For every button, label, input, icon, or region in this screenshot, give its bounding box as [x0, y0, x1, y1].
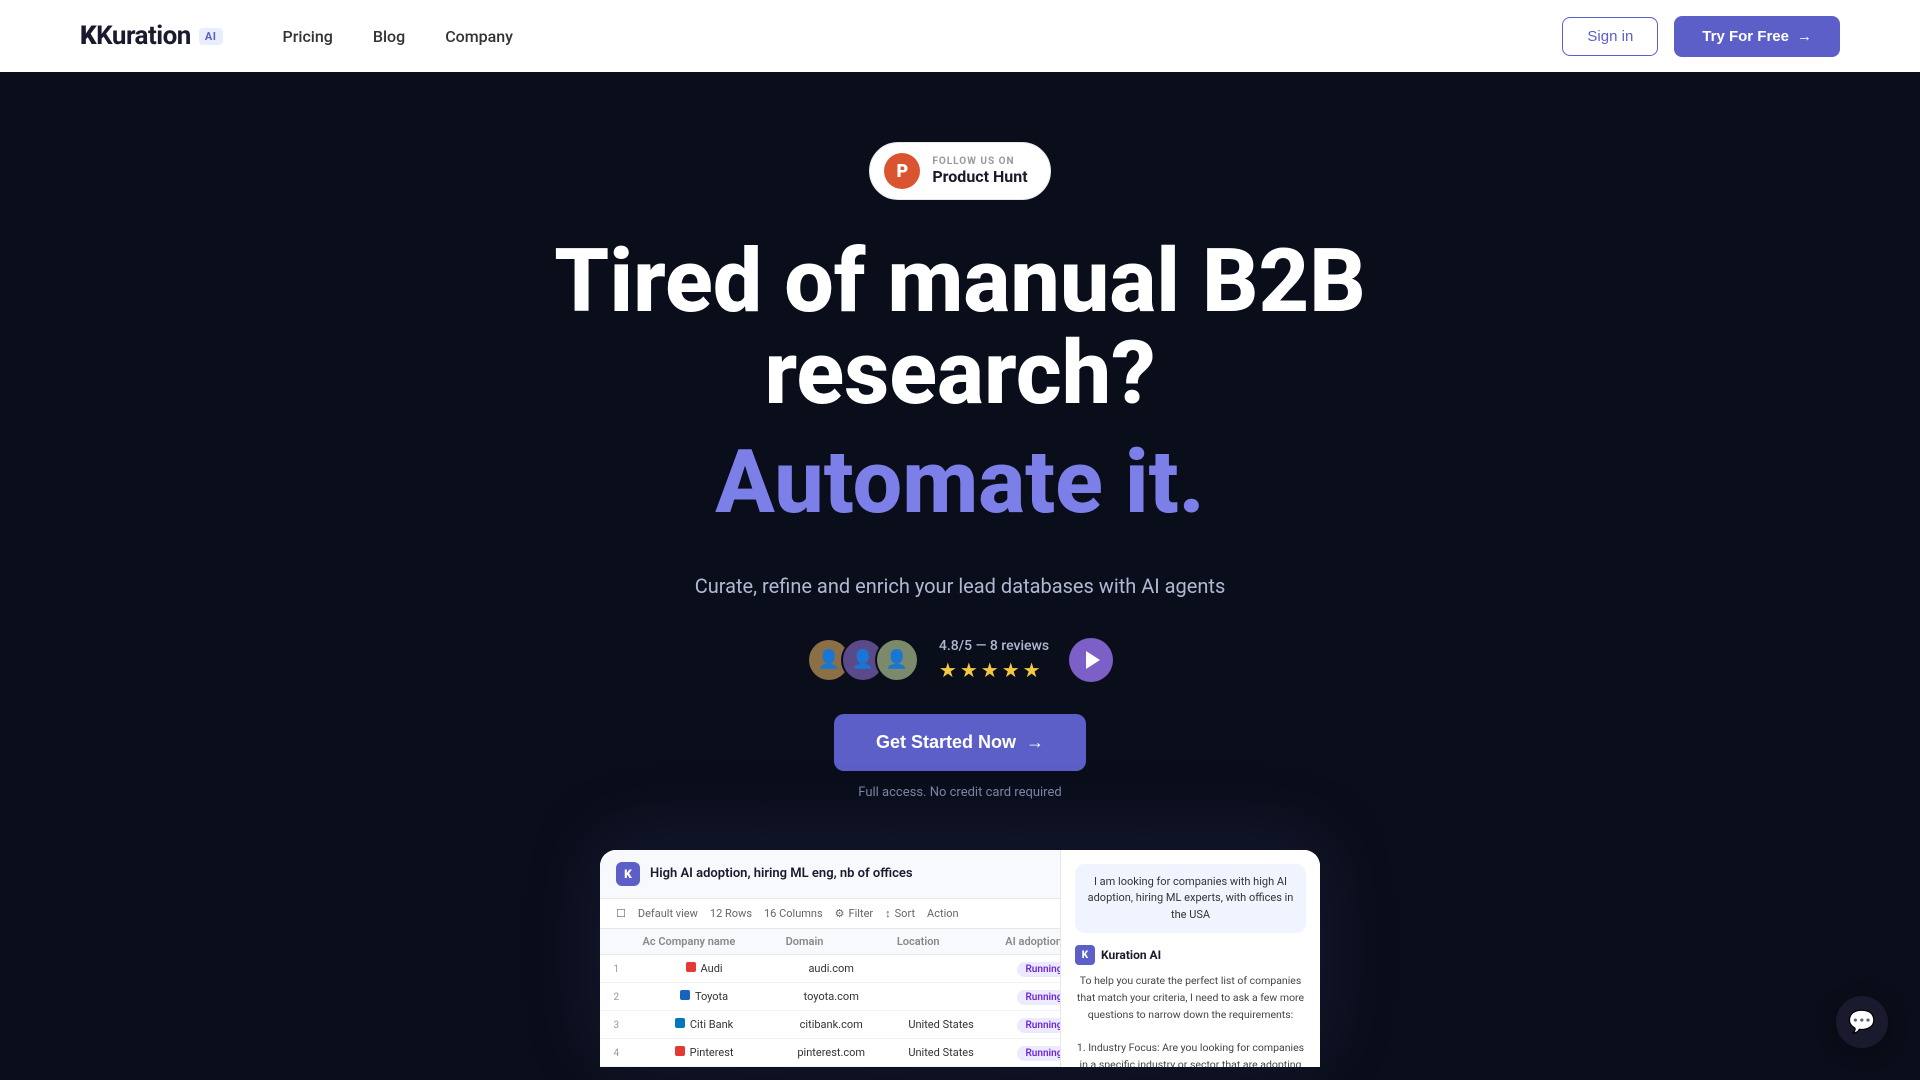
ph-follow-label: FOLLOW US ON: [932, 156, 1027, 167]
nav-item-company[interactable]: Company: [445, 27, 513, 46]
row-num-3: 3: [600, 1010, 633, 1038]
location-2: [887, 982, 995, 1010]
nav-link-blog[interactable]: Blog: [373, 27, 405, 46]
headline-text-2: research?: [764, 322, 1155, 425]
star-2: ★: [960, 658, 978, 682]
play-icon: [1086, 651, 1100, 669]
hero-section: P FOLLOW US ON Product Hunt Tired of man…: [0, 72, 1920, 1067]
chat-query: I am looking for companies with high AI …: [1075, 864, 1306, 934]
toolbar-sort[interactable]: ↕ Sort: [885, 907, 915, 920]
sort-icon: ↕: [885, 907, 891, 920]
play-button[interactable]: [1069, 638, 1113, 682]
row-num-1: 1: [600, 954, 633, 982]
no-credit-text: Full access. No credit card required: [858, 785, 1061, 800]
logo-text: KKuration: [80, 21, 191, 51]
headline-text-1: Tired of manual B2B: [554, 230, 1365, 333]
try-free-label: Try For Free: [1702, 28, 1789, 45]
chat-response: To help you curate the perfect list of c…: [1075, 973, 1306, 1067]
reviews-row: 👤 👤 👤 4.8/5 — 8 reviews ★ ★ ★ ★ ★: [807, 638, 1113, 682]
nav-item-pricing[interactable]: Pricing: [283, 27, 333, 46]
get-started-button[interactable]: Get Started Now →: [834, 714, 1086, 771]
try-free-button[interactable]: Try For Free →: [1674, 16, 1840, 57]
filter-label: Filter: [849, 907, 874, 920]
star-1: ★: [939, 658, 957, 682]
dash-title: High AI adoption, hiring ML eng, nb of o…: [650, 866, 913, 881]
logo[interactable]: KKuration AI: [80, 21, 223, 51]
hero-subheadline: Curate, refine and enrich your lead data…: [695, 570, 1226, 602]
reviews-info: 4.8/5 — 8 reviews ★ ★ ★ ★ ★: [939, 638, 1049, 682]
nav-link-pricing[interactable]: Pricing: [283, 27, 333, 46]
col-location[interactable]: Location: [887, 929, 995, 955]
toolbar-action[interactable]: Action: [927, 907, 959, 920]
nav-link-company[interactable]: Company: [445, 27, 513, 46]
chat-bot-logo: K: [1075, 945, 1095, 965]
logo-ai-badge: AI: [199, 28, 223, 45]
row-num-4: 4: [600, 1038, 633, 1066]
col-domain[interactable]: Domain: [776, 929, 887, 955]
toolbar-rows[interactable]: 12 Rows: [710, 907, 752, 920]
star-4: ★: [1002, 658, 1020, 682]
chat-bot-name: Kuration AI: [1101, 948, 1161, 962]
product-hunt-text: FOLLOW US ON Product Hunt: [932, 156, 1027, 186]
chat-panel: I am looking for companies with high AI …: [1060, 850, 1320, 1067]
hero-headline-line1: Tired of manual B2B research?: [554, 236, 1365, 421]
sort-label: Sort: [895, 907, 915, 920]
dash-logo: K: [616, 862, 640, 886]
try-free-arrow: →: [1797, 28, 1812, 45]
avatar-stack: 👤 👤 👤: [807, 638, 919, 682]
logo-rest: Kuration: [96, 21, 191, 51]
navbar: KKuration AI Pricing Blog Company Sign i…: [0, 0, 1920, 72]
col-num: [600, 929, 633, 955]
star-5: ★: [1023, 658, 1041, 682]
domain-2: toyota.com: [776, 982, 887, 1010]
chat-bubble-icon: 💬: [1848, 1010, 1875, 1035]
filter-icon: ⚙: [835, 907, 845, 920]
domain-3: citibank.com: [776, 1010, 887, 1038]
chat-bubble-widget[interactable]: 💬: [1836, 996, 1888, 1048]
get-started-arrow: →: [1026, 732, 1044, 753]
toolbar-columns[interactable]: 16 Columns: [764, 907, 823, 920]
location-3: United States: [887, 1010, 995, 1038]
star-3: ★: [981, 658, 999, 682]
reviews-score: 4.8/5 — 8 reviews: [939, 638, 1049, 654]
ph-name: Product Hunt: [932, 167, 1027, 186]
col-company[interactable]: Ac Company name: [633, 929, 776, 955]
product-hunt-icon: P: [884, 153, 920, 189]
get-started-label: Get Started Now: [876, 732, 1016, 753]
domain-1: audi.com: [776, 954, 887, 982]
toolbar-filter[interactable]: ⚙ Filter: [835, 907, 873, 920]
avatar-3: 👤: [875, 638, 919, 682]
location-1: [887, 954, 995, 982]
company-name-3: Citi Bank: [633, 1010, 776, 1038]
stars-container: ★ ★ ★ ★ ★: [939, 658, 1041, 682]
company-name-2: Toyota: [633, 982, 776, 1010]
logo-k: K: [80, 21, 96, 51]
nav-item-blog[interactable]: Blog: [373, 27, 405, 46]
signin-button[interactable]: Sign in: [1562, 17, 1658, 56]
dashboard-preview: K High AI adoption, hiring ML eng, nb of…: [600, 850, 1320, 1067]
toolbar-view[interactable]: Default view: [638, 907, 698, 920]
domain-4: pinterest.com: [776, 1038, 887, 1066]
navbar-left: KKuration AI Pricing Blog Company: [80, 21, 513, 51]
chat-bot-header: K Kuration AI: [1075, 945, 1306, 965]
navbar-right: Sign in Try For Free →: [1562, 16, 1840, 57]
toolbar-checkbox: ☐: [616, 907, 626, 920]
row-num-2: 2: [600, 982, 633, 1010]
company-name-1: Audi: [633, 954, 776, 982]
nav-links: Pricing Blog Company: [283, 27, 514, 46]
product-hunt-badge[interactable]: P FOLLOW US ON Product Hunt: [869, 142, 1050, 200]
dashboard-wrapper: K High AI adoption, hiring ML eng, nb of…: [600, 850, 1320, 1067]
hero-headline-automate: Automate it.: [715, 431, 1204, 534]
location-4: United States: [887, 1038, 995, 1066]
company-name-4: Pinterest: [633, 1038, 776, 1066]
